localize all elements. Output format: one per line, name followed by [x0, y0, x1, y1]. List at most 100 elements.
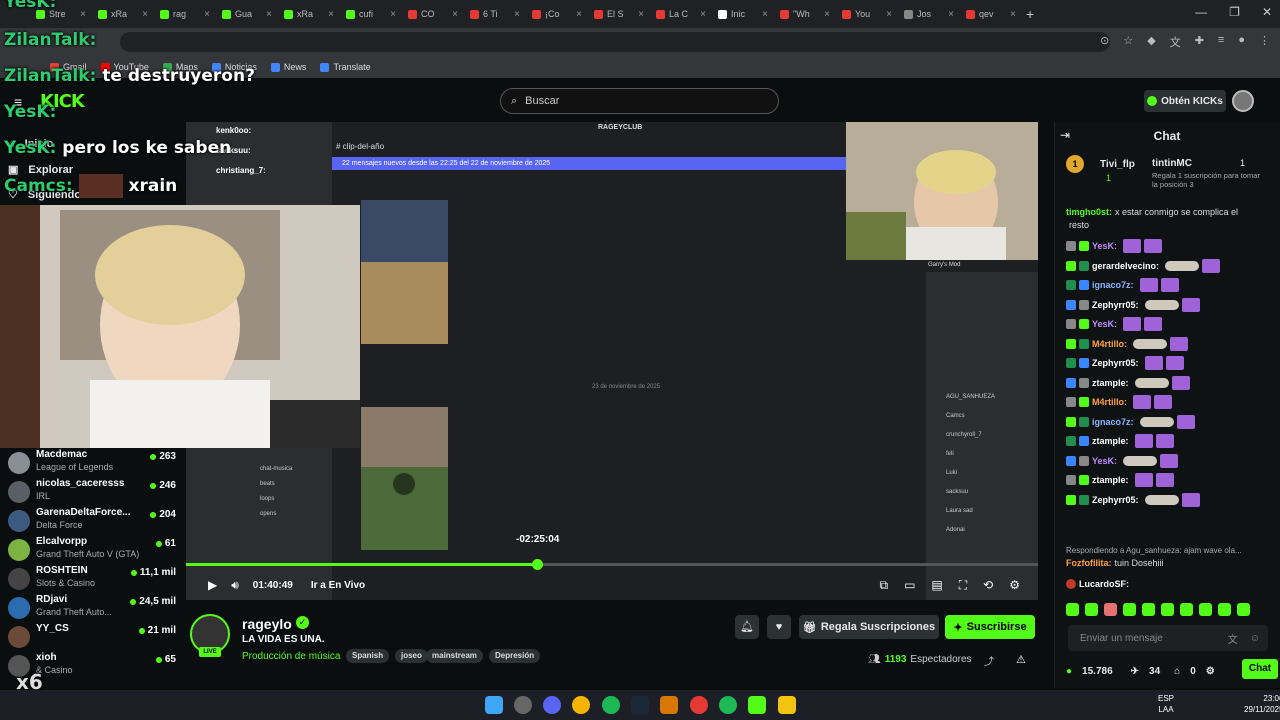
- bookmark-item[interactable]: News: [270, 62, 306, 72]
- tab-close-icon[interactable]: ×: [824, 9, 830, 20]
- chat-user[interactable]: Zephyrr05:: [1092, 358, 1139, 368]
- store-icon[interactable]: ⌂: [1174, 666, 1180, 677]
- browser-tab[interactable]: CO ×: [402, 2, 464, 26]
- extension-icon[interactable]: ◆: [1147, 34, 1155, 50]
- app-icon[interactable]: [514, 696, 532, 714]
- chat-settings-icon[interactable]: ⚙: [1206, 666, 1215, 677]
- chat-user[interactable]: timgho0st:: [1066, 207, 1112, 217]
- browser-tab[interactable]: cufi ×: [340, 2, 402, 26]
- followed-channel[interactable]: nicolas_caceresss IRL 246: [8, 478, 176, 506]
- chat-user[interactable]: M4rtillo:: [1092, 339, 1127, 349]
- chat-user[interactable]: YesK:: [1092, 241, 1117, 251]
- quick-emote-icon[interactable]: [1180, 603, 1193, 616]
- browser-tab[interactable]: ¡Co ×: [526, 2, 588, 26]
- profile-icon[interactable]: ●: [1238, 34, 1245, 50]
- rewind-icon[interactable]: ⟲: [983, 578, 993, 592]
- quick-emote-icon[interactable]: [1123, 603, 1136, 616]
- seek-bar[interactable]: [186, 563, 1038, 566]
- followed-channel[interactable]: YY_CS 21 mil: [8, 623, 176, 651]
- browser-tab[interactable]: qev ×: [960, 2, 1022, 26]
- translate-icon[interactable]: 文: [1228, 631, 1238, 646]
- browser-tab[interactable]: Inic ×: [712, 2, 774, 26]
- tab-close-icon[interactable]: ×: [390, 9, 396, 20]
- chat-user[interactable]: M4rtillo:: [1092, 397, 1127, 407]
- tag-chip[interactable]: Spanish: [346, 649, 390, 663]
- play-icon[interactable]: ▶: [208, 578, 217, 592]
- followed-channel[interactable]: Elcalvorpp Grand Theft Auto V (GTA) 61: [8, 536, 176, 564]
- tab-close-icon[interactable]: ×: [1010, 9, 1016, 20]
- theater-icon[interactable]: ▭: [904, 578, 915, 592]
- tab-close-icon[interactable]: ×: [886, 9, 892, 20]
- new-tab-button[interactable]: +: [1026, 6, 1034, 22]
- user-avatar[interactable]: [1232, 90, 1254, 112]
- quick-emote-icon[interactable]: [1161, 603, 1174, 616]
- tab-close-icon[interactable]: ×: [328, 9, 334, 20]
- collapse-chat-icon[interactable]: ⇥: [1060, 128, 1070, 142]
- share-icon[interactable]: ⤴: [984, 653, 994, 668]
- menu-list-icon[interactable]: ≡: [1218, 34, 1224, 50]
- chat-send-button[interactable]: Chat: [1242, 659, 1278, 679]
- bookmark-star-icon[interactable]: ☆: [1123, 34, 1133, 50]
- volume-icon[interactable]: 🔊︎: [231, 578, 239, 593]
- steam-icon[interactable]: [631, 696, 649, 714]
- browser-tab[interactable]: El S ×: [588, 2, 650, 26]
- browser-tab[interactable]: xRa ×: [278, 2, 340, 26]
- clip-icon[interactable]: ▤: [931, 578, 942, 592]
- quick-emote-icon[interactable]: [1142, 603, 1155, 616]
- app-icon[interactable]: [660, 696, 678, 714]
- followed-channel[interactable]: ROSHTEIN Slots & Casino 11,1 mil: [8, 565, 176, 593]
- fullscreen-icon[interactable]: ⛶: [959, 578, 967, 593]
- kick-app-icon[interactable]: [748, 696, 766, 714]
- chat-user[interactable]: Fozfofilita:: [1066, 558, 1112, 568]
- file-explorer-icon[interactable]: [778, 696, 796, 714]
- chat-user[interactable]: ignaco7z:: [1092, 280, 1134, 290]
- tag-chip[interactable]: Depresión: [489, 649, 541, 663]
- chat-user[interactable]: YesK:: [1092, 319, 1117, 329]
- kicks-balance[interactable]: 15.786: [1082, 666, 1113, 677]
- omnibox[interactable]: [120, 32, 1110, 52]
- close-window-icon[interactable]: ✕: [1262, 5, 1272, 19]
- tab-close-icon[interactable]: ×: [948, 9, 954, 20]
- settings-icon[interactable]: ⚙: [1009, 578, 1020, 592]
- language-indicator[interactable]: ESP LAA: [1158, 693, 1174, 715]
- translate-ext-icon[interactable]: 文: [1170, 34, 1181, 50]
- chat-input[interactable]: Enviar un mensaje 文 ☺: [1068, 625, 1268, 651]
- followed-channel[interactable]: Macdemac League of Legends 263: [8, 449, 176, 477]
- browser-tab[interactable]: La C ×: [650, 2, 712, 26]
- spotify-icon[interactable]: [602, 696, 620, 714]
- quick-emote-icon[interactable]: [1218, 603, 1231, 616]
- cast-icon[interactable]: ⊙: [1100, 34, 1109, 50]
- tab-close-icon[interactable]: ×: [576, 9, 582, 20]
- tab-close-icon[interactable]: ×: [638, 9, 644, 20]
- browser-tab[interactable]: xRa ×: [92, 2, 154, 26]
- tab-close-icon[interactable]: ×: [762, 9, 768, 20]
- tab-close-icon[interactable]: ×: [80, 9, 86, 20]
- chat-user[interactable]: ignaco7z:: [1092, 417, 1134, 427]
- maximize-icon[interactable]: ❐: [1229, 5, 1240, 19]
- browser-tab[interactable]: "Wh ×: [774, 2, 836, 26]
- chat-user[interactable]: LucardoSF:: [1079, 579, 1129, 589]
- subscribe-button[interactable]: ✦ Suscribirse: [945, 615, 1035, 639]
- chat-user[interactable]: ztample:: [1092, 475, 1129, 485]
- puzzle-icon[interactable]: ✚: [1195, 34, 1204, 50]
- tab-close-icon[interactable]: ×: [514, 9, 520, 20]
- quick-emote-icon[interactable]: [1066, 603, 1079, 616]
- tag-chip[interactable]: mainstream: [426, 649, 483, 663]
- quick-emote-icon[interactable]: [1104, 603, 1117, 616]
- browser-tab[interactable]: 6 Ti ×: [464, 2, 526, 26]
- system-clock[interactable]: 23:06 29/11/2025: [1244, 693, 1280, 715]
- quick-emote-icon[interactable]: [1085, 603, 1098, 616]
- chrome-icon[interactable]: [572, 696, 590, 714]
- browser-tab[interactable]: rag ×: [154, 2, 216, 26]
- pip-icon[interactable]: ⧉: [880, 578, 889, 593]
- get-kicks-button[interactable]: Obtén KICKs: [1144, 90, 1226, 112]
- tab-close-icon[interactable]: ×: [142, 9, 148, 20]
- tab-close-icon[interactable]: ×: [452, 9, 458, 20]
- chat-user[interactable]: ztample:: [1092, 378, 1129, 388]
- followed-channel[interactable]: GarenaDeltaForce... Delta Force 204: [8, 507, 176, 535]
- gift-chat-icon[interactable]: ✈: [1131, 666, 1139, 677]
- seek-handle[interactable]: [532, 559, 544, 570]
- discord-icon[interactable]: [543, 696, 561, 714]
- gift-subs-button[interactable]: 🎁︎ Regala Suscripciones: [799, 615, 939, 639]
- browser-tab[interactable]: Jos ×: [898, 2, 960, 26]
